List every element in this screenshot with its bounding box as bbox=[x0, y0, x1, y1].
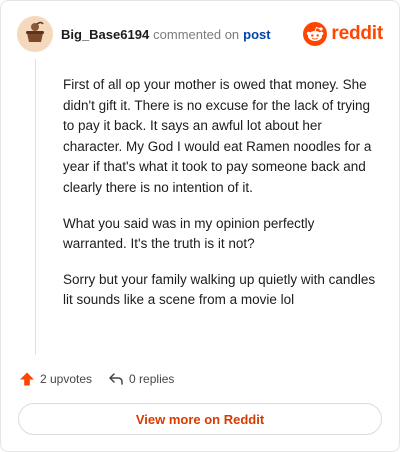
reddit-wordmark: reddit bbox=[331, 23, 383, 44]
comment-actions: 2 upvotes 0 replies bbox=[19, 371, 174, 387]
reddit-logo[interactable]: reddit bbox=[303, 22, 383, 46]
reply-button[interactable]: 0 replies bbox=[108, 371, 174, 387]
reddit-snoo-icon bbox=[303, 22, 328, 46]
user-avatar[interactable] bbox=[17, 16, 53, 52]
comment-paragraph: First of all op your mother is owed that… bbox=[63, 77, 372, 195]
reply-count: 0 replies bbox=[129, 372, 175, 386]
comment-paragraph: Sorry but your family walking up quietly… bbox=[63, 271, 376, 308]
thread-line bbox=[35, 59, 36, 355]
comment-header: Big_Base6194 commented on post reddit bbox=[17, 15, 383, 53]
comment-paragraph: What you said was in my opinion perfectl… bbox=[63, 215, 315, 252]
upvote-count: 2 upvotes bbox=[40, 372, 93, 386]
upvote-arrow-icon bbox=[20, 372, 34, 386]
comment-meta: Big_Base6194 commented on post bbox=[61, 27, 271, 42]
view-more-on-reddit-button[interactable]: View more on Reddit bbox=[18, 403, 382, 435]
commented-on-text: commented on bbox=[153, 26, 240, 42]
upvote-button[interactable]: 2 upvotes bbox=[19, 371, 92, 387]
avatar-image bbox=[17, 16, 53, 52]
reply-arrow-icon bbox=[109, 373, 123, 385]
reddit-comment-card: Big_Base6194 commented on post reddit Fi… bbox=[0, 0, 400, 452]
comment-body: First of all op your mother is owed that… bbox=[63, 75, 381, 326]
username[interactable]: Big_Base6194 bbox=[61, 27, 149, 42]
post-link[interactable]: post bbox=[243, 27, 270, 42]
